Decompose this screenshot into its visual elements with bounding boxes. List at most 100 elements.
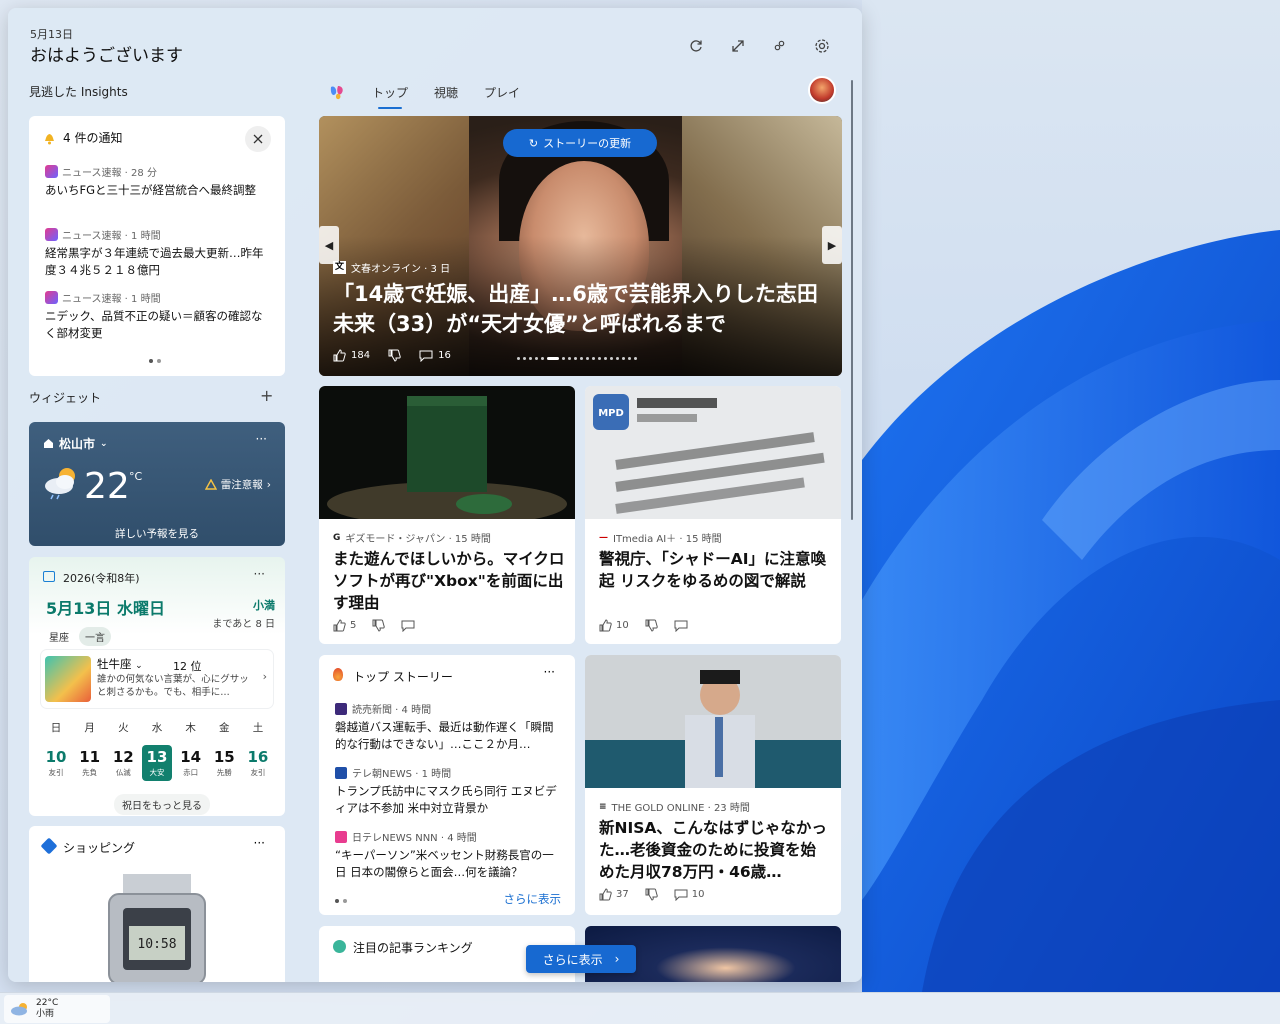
calendar-date: 5月13日 水曜日 (46, 599, 165, 618)
copilot-logo-icon (330, 86, 343, 100)
article-card[interactable]: MPD — ITmedia AI＋ · 15 時間 警視庁、「シャドーAI」に注意… (585, 386, 841, 644)
yomiuri-logo-icon (335, 702, 347, 715)
day-cell[interactable]: 金 15 先勝 (209, 720, 239, 781)
avatar[interactable] (808, 76, 836, 104)
close-notifications-button[interactable] (245, 126, 271, 152)
dislike-button[interactable] (388, 349, 401, 362)
tab-play[interactable]: プレイ (484, 84, 520, 101)
story-item[interactable]: 読売新聞 · 4 時間 磐越道バス運転手、最近は動作遅く「瞬間的な行動はできない… (335, 701, 563, 753)
day-cell[interactable]: 日 10 友引 (41, 720, 71, 781)
comment-icon (401, 620, 415, 632)
notification-item[interactable]: ニュース速報 · 1 時間 経常黒字が３年連続で過去最大更新…昨年度３４兆５２１… (45, 227, 273, 279)
comment-button[interactable] (401, 620, 415, 632)
top-stories-card: トップ ストーリー ··· 読売新聞 · 4 時間 磐越道バス運転手、最近は動作… (319, 655, 575, 915)
thumbs-down-icon (388, 349, 401, 362)
like-button[interactable]: 10 (599, 619, 629, 632)
horoscope-rank: 12 位 (173, 660, 202, 673)
tab-quote[interactable]: 一言 (79, 627, 111, 646)
feed-scrollbar[interactable] (851, 80, 853, 520)
horoscope-card[interactable]: 牡牛座 ⌄ 12 位 誰かの何気ない言葉が、心にグサッと刺さるかも。でも、相手に… (41, 650, 273, 708)
refresh-icon: ↻ (528, 136, 539, 150)
weather-more-button[interactable]: ··· (256, 432, 267, 446)
carousel-prev-button[interactable]: ◀ (319, 226, 339, 264)
svg-text:MPD: MPD (598, 408, 624, 419)
desktop-wallpaper (862, 0, 1280, 992)
story-item[interactable]: 日テレNEWS NNN · 4 時間 “キーパーソン”米ベッセント財務長官の一日… (335, 829, 563, 881)
ntv-logo-icon (335, 830, 347, 843)
show-more-button[interactable]: さらに表示 › (526, 945, 636, 973)
temperature-unit: °C (129, 470, 143, 483)
chevron-down-icon: ⌄ (100, 438, 108, 449)
weather-widget[interactable]: 松山市 ⌄ ··· 22 °C 雷注意報 › 詳しい予報を見る (29, 422, 285, 546)
like-button[interactable]: 37 (599, 888, 629, 901)
dislike-button[interactable] (372, 619, 386, 632)
add-widget-button[interactable]: + (260, 386, 273, 405)
day-cell[interactable]: 土 16 友引 (243, 720, 273, 781)
bunshun-logo-icon: 文 (333, 261, 346, 274)
hero-headline[interactable]: 「14歳で妊娠、出産」…6歳で芸能界入りした志田未来（33）が“天才女優”と呼ば… (333, 279, 833, 339)
article-title: また遊んでほしいから。マイクロソフトが再び"Xbox"を前面に出す理由 (333, 550, 565, 612)
top-stories-pager[interactable] (335, 899, 347, 903)
calendar-more-button[interactable]: ··· (254, 567, 265, 581)
shopping-more-button[interactable]: ··· (254, 836, 265, 850)
dislike-button[interactable] (645, 888, 658, 901)
comment-button[interactable] (674, 620, 688, 632)
widgets-panel: 5月13日 おはようございます 見逃した Insights 4 件の通知 ニュー… (8, 8, 862, 982)
day-cell[interactable]: 木 14 赤口 (176, 720, 206, 781)
day-cell-today[interactable]: 水 13 大安 (141, 720, 172, 781)
calendar-year: 2026(令和8年) (63, 572, 140, 585)
comment-button[interactable]: 10 (674, 889, 704, 901)
svg-text:10:58: 10:58 (137, 937, 176, 952)
day-cell[interactable]: 月 11 先負 (75, 720, 105, 781)
day-cell[interactable]: 火 12 仏滅 (108, 720, 138, 781)
article-card[interactable]: G ギズモード・ジャパン · 15 時間 また遊んでほしいから。マイクロソフトが再… (319, 386, 575, 644)
gizmodo-logo-icon: G (333, 532, 341, 543)
top-stories-more-button[interactable]: ··· (544, 665, 555, 679)
taskbar-condition: 小雨 (36, 1009, 55, 1019)
top-stories-title: トップ ストーリー (353, 670, 453, 684)
hero-story[interactable]: ↻ ストーリーの更新 ◀ ▶ 文文春オンライン · 3 日 「14歳で妊娠、出産… (319, 116, 842, 376)
comment-icon (419, 350, 433, 362)
notification-pager[interactable] (149, 359, 161, 363)
article-source: ≡ THE GOLD ONLINE · 23 時間 (599, 801, 750, 815)
bell-icon (43, 130, 56, 149)
close-icon (253, 134, 263, 144)
like-button[interactable]: 5 (333, 619, 356, 632)
notification-item[interactable]: ニュース速報 · 28 分 あいちFGと三十三が経営統合へ最終調整 (45, 164, 273, 199)
holidays-link[interactable]: 祝日をもっと見る (114, 794, 210, 815)
thumbs-down-icon (645, 888, 658, 901)
notification-text: 経常黒字が３年連続で過去最大更新…昨年度３４兆５２１８億円 (45, 246, 264, 277)
thumbs-up-icon (333, 619, 346, 632)
flame-icon (333, 668, 343, 681)
weather-location[interactable]: 松山市 ⌄ (43, 435, 108, 452)
rain-cloud-icon (41, 464, 81, 504)
tab-top[interactable]: トップ (372, 84, 408, 109)
home-icon (44, 439, 53, 448)
taskbar: 22°C 小雨 (0, 992, 1280, 1024)
news-app-icon (45, 228, 58, 241)
taskbar-weather-button[interactable]: 22°C 小雨 (4, 995, 110, 1023)
tab-watch[interactable]: 視聴 (434, 84, 458, 101)
comment-button[interactable]: 16 (419, 350, 451, 362)
chevron-right-icon: › (266, 478, 271, 491)
story-item[interactable]: テレ朝NEWS · 1 時間 トランプ氏訪中にマスク氏ら同行 エヌビディアは不参… (335, 765, 563, 817)
weather-warning[interactable]: 雷注意報 › (204, 477, 271, 492)
dislike-button[interactable] (645, 619, 658, 632)
people-icon[interactable] (770, 36, 790, 56)
refresh-stories-button[interactable]: ↻ ストーリーの更新 (503, 129, 657, 157)
notification-item[interactable]: ニュース速報 · 1 時間 ニデック、品質不正の疑い＝顧客の確認なく部材変更 (45, 290, 273, 342)
carousel-next-button[interactable]: ▶ (822, 226, 842, 264)
shopping-widget[interactable]: ショッピング ··· 10:58 (29, 826, 285, 982)
watch-image: 10:58 (108, 874, 206, 982)
forecast-link[interactable]: 詳しい予報を見る (29, 526, 285, 541)
top-stories-show-more[interactable]: さらに表示 (504, 891, 562, 907)
refresh-icon[interactable] (686, 36, 706, 56)
hero-source: 文文春オンライン · 3 日 (333, 261, 451, 275)
expand-icon[interactable] (728, 36, 748, 56)
like-button[interactable]: 184 (333, 349, 370, 362)
settings-icon[interactable] (812, 36, 832, 56)
carousel-dots[interactable] (517, 357, 637, 360)
article-card[interactable]: ≡ THE GOLD ONLINE · 23 時間 新NISA、こんなはずじゃなか… (585, 655, 841, 915)
ranking-title: 注目の記事ランキング (353, 941, 473, 955)
tab-horoscope[interactable]: 星座 (43, 627, 75, 646)
